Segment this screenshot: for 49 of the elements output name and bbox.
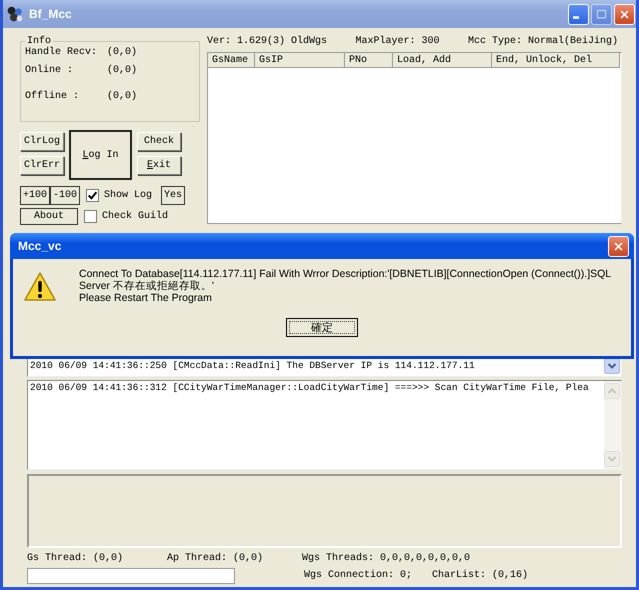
column-header[interactable]: PNo — [345, 53, 393, 68]
ok-button[interactable]: 確定 — [286, 318, 358, 337]
check-button[interactable]: Check — [137, 132, 181, 151]
minus-hundred-button[interactable]: -100 — [50, 186, 80, 204]
info-label: Offline : — [25, 91, 80, 102]
window-title: Bf_Mcc — [29, 7, 73, 21]
info-value: (0,0) — [107, 91, 138, 102]
status-text: Wgs Threads: 0,0,0,0,0,0,0,0 — [302, 553, 470, 564]
column-header[interactable]: GsIP — [255, 53, 345, 68]
header-text: Ver: 1.629(3) OldWgs — [207, 36, 328, 49]
header-text: Mcc Type: Normal(BeiJing) — [468, 36, 618, 49]
clear-log-button[interactable]: ClrLog — [20, 132, 64, 151]
column-header[interactable]: GsName — [208, 53, 255, 68]
exit-button[interactable]: Exit — [137, 156, 181, 175]
info-value: (0,0) — [107, 65, 138, 76]
dialog-title: Mcc_vc — [18, 239, 62, 253]
column-header[interactable]: Load, Add — [393, 53, 492, 68]
status-text: Gs Thread: (0,0) — [27, 553, 124, 564]
about-button[interactable]: About — [20, 208, 78, 225]
info-label: Handle Recv: — [25, 47, 98, 58]
check-guild-checkbox[interactable]: Check Guild — [84, 210, 168, 223]
info-label: Online : — [25, 65, 74, 76]
info-value: (0,0) — [107, 47, 138, 58]
log-line: 2010 06/09 14:41:36::250 [CMccData::ReadIni] The DBServer IP is 114.112.177.11 — [30, 360, 476, 372]
close-icon — [618, 8, 631, 20]
plus-hundred-button[interactable]: +100 — [20, 186, 50, 204]
close-icon — [612, 240, 625, 252]
app-icon — [6, 5, 24, 23]
input-field[interactable] — [27, 568, 235, 584]
scroll-down-icon[interactable] — [604, 358, 620, 374]
clear-errors-button[interactable]: ClrErr — [20, 156, 64, 175]
close-button[interactable] — [608, 236, 629, 256]
header-text: MaxPlayer: 300 — [355, 36, 440, 49]
yes-button[interactable]: Yes — [161, 186, 186, 204]
column-header[interactable]: End, Unlock, Del — [492, 53, 620, 68]
minimize-button[interactable] — [568, 4, 589, 24]
status-text: CharList: (0,16) — [432, 570, 528, 581]
error-message: Connect To Database[114.112.177.11] Fail With Wrror Description:'[DBNETLIB][ConnectionOpen (Connect()).]SQL Server 不存在或拒絕存取。' Please Restart The Program — [79, 268, 612, 304]
show-log-checkbox[interactable]: Show Log — [86, 188, 152, 202]
group-title: Info — [27, 36, 52, 47]
maximize-icon — [595, 8, 608, 20]
checkmark-icon — [87, 190, 98, 200]
minimize-icon — [573, 16, 579, 19]
warning-icon — [23, 271, 57, 303]
close-button[interactable] — [614, 4, 635, 24]
status-text: Wgs Connection: 0; — [304, 570, 414, 581]
log-line: 2010 06/09 14:41:36::312 [CCityWarTimeManager::LoadCityWarTime] ===>>> Scan CityWarTime File, Plea — [30, 382, 590, 394]
log-in-button[interactable]: Log In — [69, 130, 132, 180]
status-text: Ap Thread: (0,0) — [167, 553, 264, 564]
